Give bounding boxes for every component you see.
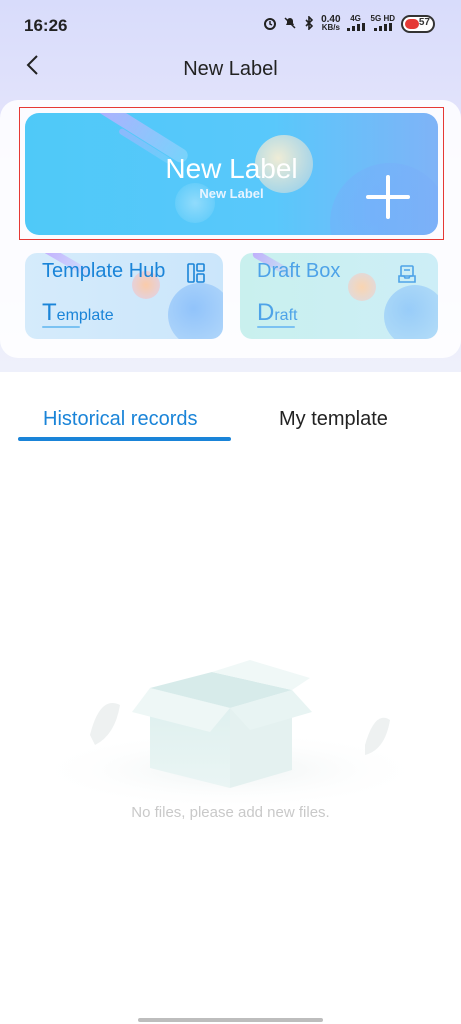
draft-box-underline	[257, 326, 295, 328]
page-title: New Label	[183, 58, 278, 80]
net-speed-unit: KB/s	[321, 23, 340, 32]
home-indicator[interactable]	[138, 1018, 323, 1022]
signal-bars-icon	[373, 23, 392, 31]
tab-my-template[interactable]: My template	[279, 408, 388, 431]
active-tab-indicator	[18, 437, 231, 441]
draft-box-subtitle: Draft	[257, 299, 297, 327]
signal-4g-label: 4G	[350, 14, 361, 23]
template-grid-icon	[187, 263, 205, 283]
template-hub-card[interactable]: Template Hub Template	[25, 253, 223, 339]
status-bar: 16:26 0.40 KB/s 4G 5G HD 57	[0, 0, 461, 44]
template-hub-subtitle: Template	[42, 299, 114, 327]
alarm-icon	[263, 16, 277, 33]
new-label-card[interactable]: New Label New Label	[25, 113, 438, 235]
tab-historical-records[interactable]: Historical records	[43, 408, 197, 431]
status-time: 16:26	[24, 16, 68, 35]
draft-box-card[interactable]: Draft Box Draft	[240, 253, 438, 339]
battery-level: 57	[418, 17, 430, 28]
battery-icon: 57	[401, 15, 435, 33]
draft-tray-icon	[398, 265, 416, 283]
signal-5g: 5G HD	[371, 15, 395, 33]
empty-box-icon	[30, 660, 430, 810]
signal-bars-icon	[346, 23, 365, 31]
net-speed: 0.40 KB/s	[321, 15, 340, 32]
draft-box-sub-rest: raft	[274, 307, 298, 324]
plus-icon	[366, 175, 410, 219]
template-hub-sub-rest: emplate	[56, 307, 114, 324]
mute-icon	[283, 16, 297, 33]
signal-5g-label: 5G HD	[370, 14, 395, 23]
template-hub-underline	[42, 326, 80, 328]
template-hub-title: Template Hub	[42, 260, 166, 282]
empty-state-message: No files, please add new files.	[131, 804, 330, 821]
draft-box-title: Draft Box	[257, 260, 341, 282]
template-hub-sub-initial: T	[42, 299, 57, 326]
bluetooth-icon	[303, 14, 315, 33]
status-icons: 0.40 KB/s 4G 5G HD 57	[263, 15, 435, 33]
draft-box-sub-initial: D	[257, 299, 275, 326]
signal-4g: 4G	[346, 14, 365, 33]
